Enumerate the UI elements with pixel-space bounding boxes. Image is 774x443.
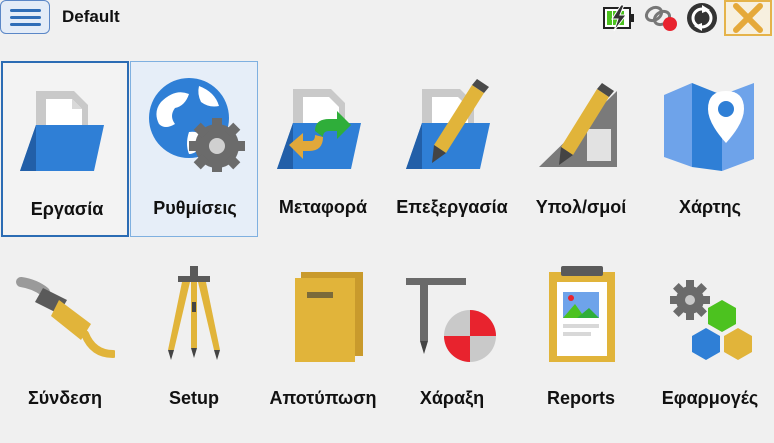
folder-edit-icon: [406, 79, 490, 169]
tile-calculations[interactable]: Υπολ/σμοί: [517, 61, 645, 237]
tile-transfer[interactable]: Μεταφορά: [259, 61, 387, 237]
tile-reports[interactable]: Reports: [517, 252, 645, 428]
tripod-icon: [168, 266, 220, 360]
tile-settings[interactable]: Ρυθμίσεις: [130, 61, 258, 237]
clipboard-report-icon: [549, 266, 615, 362]
map-pin-icon: [664, 83, 754, 171]
folder-job-icon: [20, 91, 104, 171]
tile-connection[interactable]: Σύνδεση: [1, 252, 129, 428]
menu-button[interactable]: [0, 0, 50, 34]
cable-plug-icon: [16, 277, 115, 358]
tile-edit[interactable]: Επεξεργασία: [388, 61, 516, 237]
tile-applications[interactable]: Εφαρμογές: [646, 252, 774, 428]
tile-label: Εφαρμογές: [661, 388, 759, 408]
stakeout-icon: [406, 278, 496, 362]
tile-job[interactable]: Εργασία: [1, 61, 129, 237]
tile-map[interactable]: Χάρτης: [646, 61, 774, 237]
battery-charging-icon[interactable]: [602, 4, 636, 32]
folder-transfer-icon: [277, 89, 361, 169]
link-offline-icon[interactable]: [642, 2, 682, 34]
sync-icon[interactable]: [684, 1, 720, 35]
globe-settings-icon: [149, 78, 245, 172]
close-icon: [733, 3, 763, 33]
apps-hex-icon: [670, 280, 752, 360]
survey-book-icon: [295, 272, 363, 362]
calculator-pencil-icon: [539, 83, 617, 167]
profile-title: Default: [62, 7, 120, 26]
close-button[interactable]: [724, 0, 772, 36]
tile-label: Χάρτης: [678, 197, 742, 217]
top-bar: Default: [0, 0, 774, 38]
tile-survey[interactable]: Αποτύπωση: [259, 252, 387, 428]
tile-stakeout[interactable]: Χάραξη: [388, 252, 516, 428]
tile-setup[interactable]: Setup: [130, 252, 258, 428]
hamburger-menu-icon: [10, 9, 41, 12]
